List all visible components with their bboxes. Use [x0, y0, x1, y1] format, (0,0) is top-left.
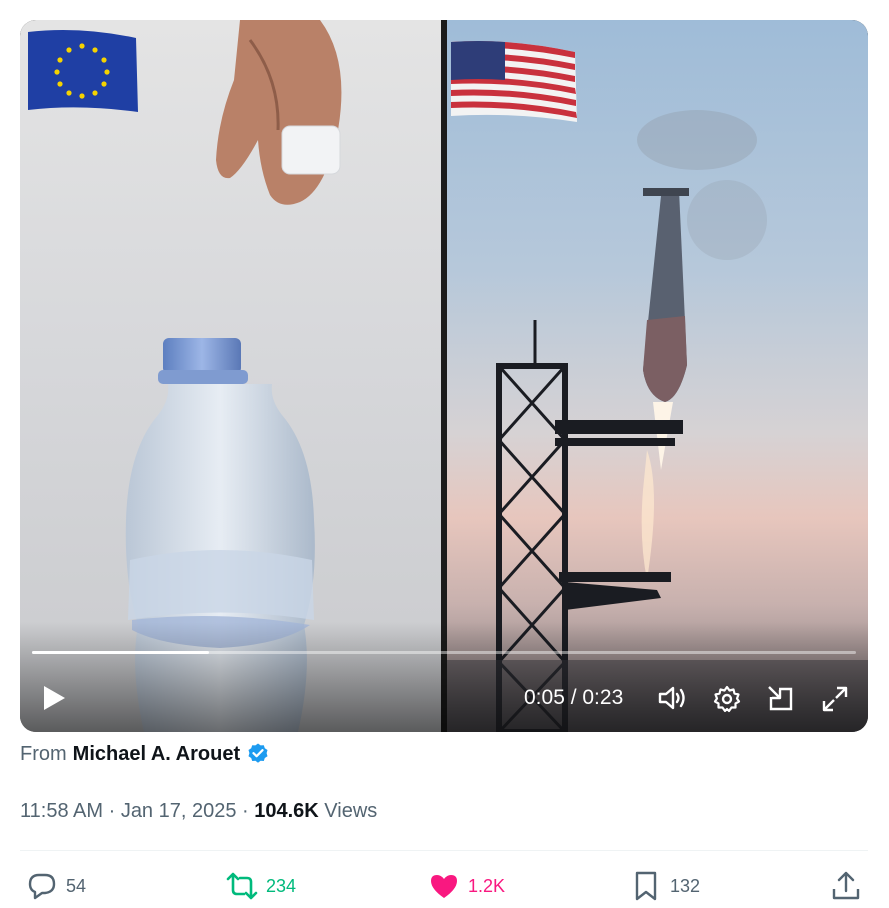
divider [20, 850, 868, 851]
picture-in-picture-button[interactable] [766, 684, 796, 714]
views-label: Views [318, 799, 378, 822]
volume-icon [658, 686, 685, 710]
video-time-label: 0:05 / 0:23 [524, 686, 624, 709]
fullscreen-icon [822, 686, 848, 712]
video-player[interactable]: 0:05 / 0:23 [20, 20, 868, 732]
bookmark-count: 132 [670, 875, 701, 896]
like-count: 1.2K [468, 875, 506, 896]
attribution-prefix: From [20, 742, 67, 765]
video-attribution: From Michael A. Arouet [20, 742, 270, 766]
rocket-shape [641, 188, 689, 580]
repost-button[interactable]: 234 [226, 868, 296, 904]
eu-flag-icon [28, 30, 138, 112]
meta-separator: · [103, 799, 121, 822]
post-date-link[interactable]: Jan 17, 2025 [121, 800, 237, 823]
meta-separator: · [236, 799, 255, 822]
views-count: 104.6K [254, 799, 319, 822]
repost-icon [226, 872, 258, 900]
author-name-link[interactable]: Michael A. Arouet [73, 743, 240, 766]
like-button[interactable]: 1.2K [428, 868, 505, 904]
verified-badge-icon [248, 743, 268, 763]
fullscreen-button[interactable] [820, 684, 850, 714]
play-icon [44, 686, 65, 710]
reply-button[interactable]: 54 [26, 868, 86, 904]
us-flag-icon [451, 41, 577, 122]
heart-icon [431, 875, 457, 898]
popout-icon [768, 686, 793, 711]
post-metadata: 11:58 AM · Jan 17, 2025 · 104.6K Views [20, 799, 377, 823]
reply-icon [28, 873, 56, 900]
reply-count: 54 [66, 875, 87, 896]
video-progress-fill [32, 651, 210, 654]
settings-button[interactable] [712, 684, 742, 714]
video-progress-bar[interactable] [32, 651, 856, 654]
gear-icon [713, 685, 741, 713]
post-time-link[interactable]: 11:58 AM [20, 800, 103, 823]
controls-overlay [20, 622, 868, 732]
repost-count: 234 [266, 875, 297, 896]
bookmark-icon [635, 871, 657, 901]
play-button[interactable] [40, 684, 68, 712]
post-action-bar: 54 234 1.2K 132 [0, 868, 889, 904]
bookmark-button[interactable]: 132 [630, 868, 700, 904]
share-button[interactable] [830, 868, 870, 904]
share-icon [832, 871, 860, 900]
volume-button[interactable] [656, 684, 688, 712]
